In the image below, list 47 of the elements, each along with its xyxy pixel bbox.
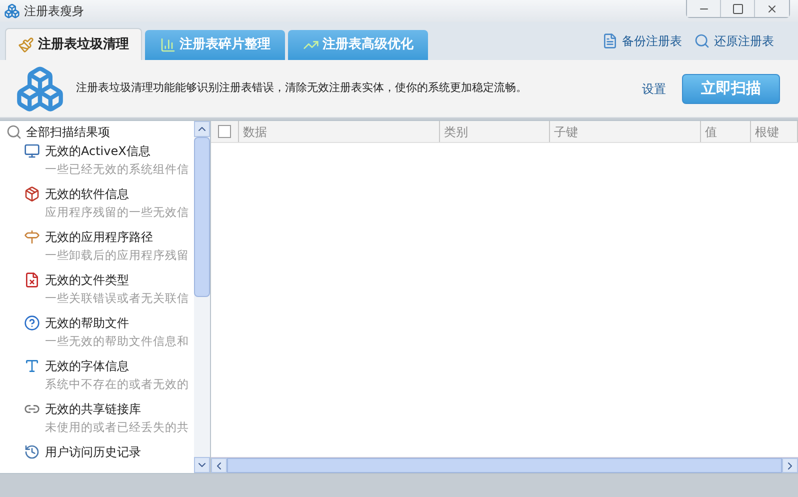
font-icon [24,358,40,374]
column-header[interactable]: 根键 [751,122,779,140]
category-title[interactable]: 用户访问历史记录 [45,443,141,461]
category-title[interactable]: 无效的字体信息 [45,357,129,375]
package-icon [24,186,40,202]
bar-chart-icon [160,37,176,53]
file-error-icon [24,272,40,288]
category-description: 一些无效的帮助文件信息和 [44,333,190,350]
vertical-scrollbar[interactable] [194,121,210,473]
column-header[interactable]: 子键 [550,122,578,140]
category-description: 一些关联错误或者无关联信 [44,290,190,307]
select-all-checkbox[interactable] [218,125,231,138]
close-icon [766,2,778,14]
category-title[interactable]: 无效的帮助文件 [45,314,129,332]
help-icon [24,315,40,331]
window-title: 注册表瘦身 [24,3,84,20]
signpost-icon [24,229,40,245]
restore-link[interactable]: 还原注册表 [694,32,774,50]
category-title[interactable]: 无效的应用程序路径 [45,228,153,246]
feature-description: 注册表垃圾清理功能能够识别注册表错误，清除无效注册表实体，使你的系统更加稳定流畅。 [76,80,527,96]
magnifier-icon [694,33,710,49]
category-description: 一些已经无效的系统组件信 [44,161,190,178]
close-button[interactable] [755,0,789,17]
horizontal-scrollbar[interactable] [211,457,798,473]
settings-link[interactable]: 设置 [642,80,666,98]
history-icon [24,444,40,460]
category-description: 一些卸载后的应用程序残留 [44,247,190,264]
document-icon [602,33,618,49]
category-description: 未使用的或者已经丢失的共 [44,419,190,436]
category-title[interactable]: 无效的文件类型 [45,271,129,289]
category-title[interactable]: 无效的ActiveX信息 [45,142,150,160]
maximize-button[interactable] [721,0,755,17]
column-header[interactable]: 数据 [239,122,267,140]
column-header[interactable]: 值 [701,122,717,140]
category-title[interactable]: 无效的软件信息 [45,185,129,203]
tree-root-label[interactable]: 全部扫描结果项 [26,123,110,141]
category-description: 应用程序残留的一些无效信 [44,204,190,221]
column-header[interactable]: 类别 [440,122,468,140]
category-description: 系统中不存在的或者无效的 [44,376,190,393]
backup-link[interactable]: 备份注册表 [602,32,682,50]
tab[interactable]: 注册表垃圾清理 [5,28,142,60]
maximize-icon [732,2,744,14]
brush-icon [18,36,34,52]
scan-results-icon [6,124,22,140]
app-icon [4,3,20,19]
category-title[interactable]: 无效的共享链接库 [45,400,141,418]
monitor-icon [24,143,40,159]
